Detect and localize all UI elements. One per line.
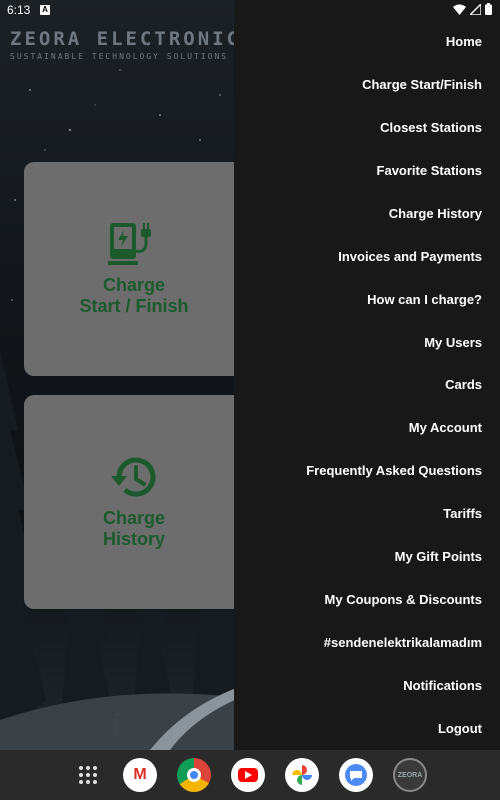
signal-icon <box>470 3 481 15</box>
chrome-icon[interactable] <box>177 758 211 792</box>
ev-charger-icon <box>108 223 151 265</box>
logo-title: ZEORA ELECTRONICS <box>10 28 256 50</box>
status-icons <box>453 3 492 15</box>
youtube-icon[interactable] <box>231 758 265 792</box>
menu-item-closest-stations[interactable]: Closest Stations <box>234 106 500 149</box>
taskbar: M ZEORA <box>0 750 500 800</box>
notification-a-icon: A <box>40 5 50 15</box>
menu-item-home[interactable]: Home <box>234 20 500 63</box>
charge-start-finish-card[interactable]: Charge Start / Finish <box>24 162 244 376</box>
info-icon[interactable]: i <box>110 708 121 743</box>
menu-item-gift-points[interactable]: My Gift Points <box>234 535 500 578</box>
menu-item-invoices-payments[interactable]: Invoices and Payments <box>234 235 500 278</box>
messages-icon[interactable] <box>339 758 373 792</box>
status-bar: 6:13 A <box>0 0 500 20</box>
menu-item-coupons-discounts[interactable]: My Coupons & Discounts <box>234 578 500 621</box>
battery-icon <box>485 3 492 15</box>
menu-item-notifications[interactable]: Notifications <box>234 664 500 707</box>
menu-item-how-to-charge[interactable]: How can I charge? <box>234 278 500 321</box>
charge-history-card[interactable]: Charge History <box>24 395 244 609</box>
menu-item-my-account[interactable]: My Account <box>234 406 500 449</box>
menu-item-faq[interactable]: Frequently Asked Questions <box>234 449 500 492</box>
menu-item-cards[interactable]: Cards <box>234 364 500 407</box>
menu-item-charge-start-finish[interactable]: Charge Start/Finish <box>234 63 500 106</box>
drawer-menu: Home Charge Start/Finish Closest Station… <box>234 20 500 750</box>
charge-start-finish-label: Charge Start / Finish <box>79 275 189 316</box>
menu-item-tariffs[interactable]: Tariffs <box>234 492 500 535</box>
status-time: 6:13 <box>7 3 31 17</box>
logo-subtitle: SUSTAINABLE TECHNOLOGY SOLUTIONS <box>10 52 229 61</box>
menu-item-charge-history[interactable]: Charge History <box>234 192 500 235</box>
zeora-app-icon[interactable]: ZEORA <box>393 758 427 792</box>
navigation-drawer: Home Charge Start/Finish Closest Station… <box>234 0 500 750</box>
history-icon <box>111 457 156 497</box>
charge-history-label: Charge History <box>102 508 165 549</box>
menu-item-my-users[interactable]: My Users <box>234 321 500 364</box>
gmail-icon[interactable]: M <box>123 758 157 792</box>
menu-item-logout[interactable]: Logout <box>234 707 500 750</box>
menu-item-favorite-stations[interactable]: Favorite Stations <box>234 149 500 192</box>
wifi-icon <box>453 4 466 15</box>
zeora-logo: ZEORA ELECTRONICS SUSTAINABLE TECHNOLOGY… <box>10 28 255 61</box>
menu-item-hashtag[interactable]: #sendenelektrikalamadım <box>234 621 500 664</box>
app-drawer-icon[interactable] <box>73 758 103 792</box>
photos-icon[interactable] <box>285 758 319 792</box>
